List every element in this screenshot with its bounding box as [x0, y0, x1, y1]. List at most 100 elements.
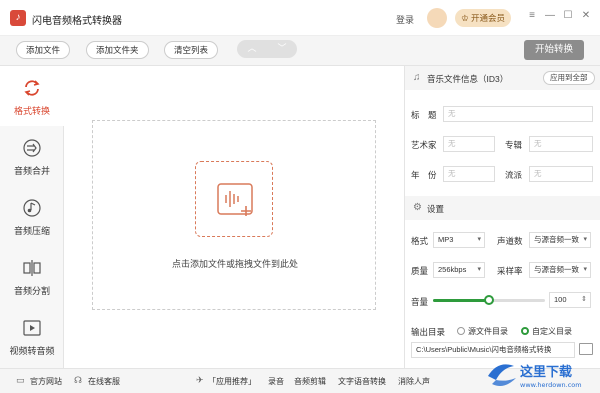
file-list-area: 点击添加文件或拖拽文件到此处: [64, 66, 404, 368]
id3-title: 音乐文件信息（ID3）: [427, 74, 509, 84]
volume-slider-fill: [433, 299, 489, 302]
genre-label: 流派: [505, 170, 523, 180]
avatar[interactable]: [427, 8, 447, 28]
volume-slider[interactable]: [433, 295, 545, 305]
channels-label: 声道数: [497, 236, 523, 246]
sidebar-item-split[interactable]: 音频分割: [0, 246, 64, 306]
crown-icon: ♔: [460, 13, 469, 23]
gear-icon: ⚙: [413, 202, 422, 213]
watermark-url: www.herdown.com: [520, 381, 582, 389]
volume-slider-thumb[interactable]: [484, 295, 494, 305]
convert-icon: [24, 80, 40, 96]
apply-all-button[interactable]: 应用到全部: [543, 71, 595, 85]
settings-title: 设置: [427, 204, 445, 214]
drop-zone[interactable]: 点击添加文件或拖拽文件到此处: [92, 120, 376, 310]
quality-value: 256kbps: [438, 265, 467, 274]
split-icon: [23, 260, 41, 276]
genre-field[interactable]: 无: [529, 166, 593, 182]
settings-header: ⚙ 设置: [405, 196, 600, 220]
compress-icon: [23, 199, 41, 217]
sidebar-item-merge[interactable]: 音频合并: [0, 126, 64, 186]
settings-panel: ♫ 音乐文件信息（ID3） 应用到全部 标 题 无 艺术家 无 专辑 无 年 份…: [404, 66, 600, 368]
output-custom-radio[interactable]: 自定义目录: [521, 326, 572, 337]
move-buttons: ︿ ﹀: [237, 40, 297, 58]
chevron-down-icon: ▾: [477, 236, 481, 243]
chevron-down-icon: ▾: [477, 266, 481, 273]
quality-label: 质量: [411, 266, 429, 276]
sidebar: 格式转换 音频合并 音频压缩 音频分割 视频转音频: [0, 66, 64, 368]
rocket-icon: ✈: [196, 375, 204, 385]
minimize-icon[interactable]: —: [544, 10, 556, 21]
chevron-down-icon: ▾: [583, 236, 587, 243]
sidebar-item-label: 格式转换: [13, 106, 50, 116]
sidebar-item-label: 视频转音频: [9, 346, 55, 356]
chevron-down-icon: ▾: [583, 266, 587, 273]
year-label: 年 份: [411, 170, 437, 180]
artist-label: 艺术家: [411, 140, 437, 150]
start-convert-button[interactable]: 开始转换: [524, 40, 584, 60]
stepper-arrows-icon[interactable]: ⇕: [581, 293, 587, 307]
radio-on-icon: [521, 327, 529, 335]
samplerate-value: 与源音频一致: [534, 265, 579, 274]
volume-value: 100: [554, 295, 567, 304]
recommend-label: 「应用推荐」: [208, 377, 256, 386]
radio-off-icon: [457, 327, 465, 335]
move-down-icon[interactable]: ﹀: [267, 41, 297, 54]
footer-link-edit[interactable]: 音频剪辑: [294, 376, 326, 387]
vip-label: 开通会员: [470, 13, 505, 23]
maximize-icon[interactable]: ☐: [562, 10, 574, 21]
add-audio-icon[interactable]: [195, 161, 273, 237]
close-icon[interactable]: ✕: [580, 10, 592, 21]
footer-link-tts[interactable]: 文字语音转换: [338, 376, 386, 387]
app-logo-icon: ♪: [10, 10, 26, 26]
move-up-icon[interactable]: ︿: [237, 41, 267, 54]
output-source-radio[interactable]: 源文件目录: [457, 326, 508, 337]
sidebar-item-video-to-audio[interactable]: 视频转音频: [0, 306, 64, 366]
volume-stepper[interactable]: 100 ⇕: [549, 292, 591, 308]
album-label: 专辑: [505, 140, 523, 150]
sidebar-item-label: 音频合并: [13, 166, 50, 176]
sidebar-item-compress[interactable]: 音频压缩: [0, 186, 64, 246]
sidebar-item-label: 音频分割: [13, 286, 50, 296]
video-to-audio-icon: [23, 320, 41, 336]
app-title: 闪电音频格式转换器: [32, 16, 122, 27]
samplerate-select[interactable]: 与源音频一致 ▾: [529, 262, 591, 278]
drop-hint: 点击添加文件或拖拽文件到此处: [171, 259, 298, 269]
footer-link-vocal-remove[interactable]: 消除人声: [398, 376, 430, 387]
sidebar-item-format-convert[interactable]: 格式转换: [0, 66, 64, 126]
title-field[interactable]: 无: [443, 106, 593, 122]
format-select[interactable]: MP3 ▾: [433, 232, 485, 248]
format-value: MP3: [438, 235, 454, 244]
output-custom-label: 自定义目录: [532, 327, 572, 336]
folder-icon[interactable]: [579, 343, 593, 355]
menu-icon[interactable]: ≡: [526, 10, 538, 21]
watermark-text: 这里下载: [520, 364, 572, 380]
title-label: 标 题: [411, 110, 437, 120]
website-link[interactable]: 官方网站: [30, 376, 62, 387]
channels-value: 与源音频一致: [534, 235, 579, 244]
login-link[interactable]: 登录: [396, 13, 414, 26]
add-file-button[interactable]: 添加文件: [16, 41, 71, 59]
format-label: 格式: [411, 236, 429, 246]
watermark-logo: 这里下载 www.herdown.com: [484, 356, 600, 393]
volume-label: 音量: [411, 297, 429, 307]
quality-select[interactable]: 256kbps ▾: [433, 262, 485, 278]
toolbar: 添加文件 添加文件夹 清空列表 ︿ ﹀ 开始转换: [0, 36, 600, 66]
sidebar-item-label: 音频压缩: [13, 226, 50, 236]
headset-icon: ☊: [74, 375, 82, 385]
year-field[interactable]: 无: [443, 166, 495, 182]
title-bar: ♪ 闪电音频格式转换器 登录 ♔ 开通会员 ≡ — ☐ ✕: [0, 0, 600, 36]
output-source-label: 源文件目录: [468, 327, 508, 336]
service-link[interactable]: 在线客服: [88, 376, 120, 387]
clear-list-button[interactable]: 清空列表: [164, 41, 219, 59]
artist-field[interactable]: 无: [443, 136, 495, 152]
footer-link-record[interactable]: 录音: [268, 376, 284, 387]
headphones-icon: ♫: [413, 72, 421, 83]
add-folder-button[interactable]: 添加文件夹: [86, 41, 149, 59]
merge-icon: [23, 139, 41, 157]
vip-button[interactable]: ♔ 开通会员: [455, 9, 511, 27]
output-label: 输出目录: [411, 327, 446, 337]
samplerate-label: 采样率: [497, 266, 523, 276]
album-field[interactable]: 无: [529, 136, 593, 152]
channels-select[interactable]: 与源音频一致 ▾: [529, 232, 591, 248]
